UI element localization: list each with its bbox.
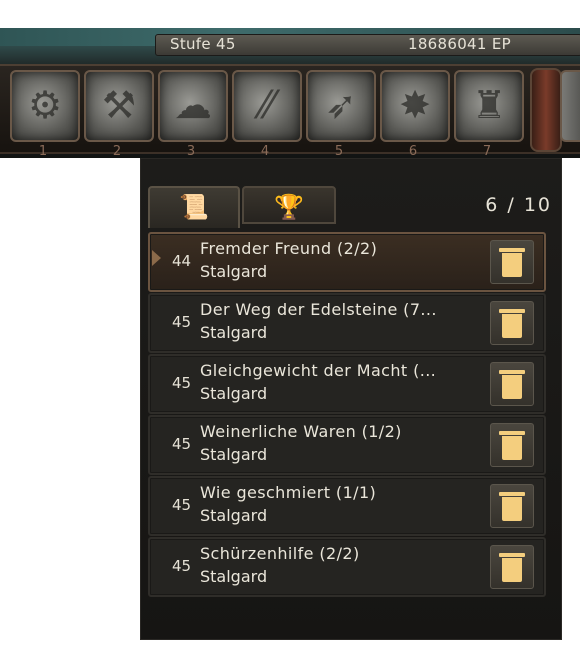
quest-row[interactable]: 45 Gleichgewicht der Macht (... Stalgard — [148, 354, 546, 414]
trash-icon — [499, 492, 525, 496]
quest-level: 45 — [172, 496, 192, 514]
quest-row[interactable]: 45 Der Weg der Edelsteine (7... Stalgard — [148, 293, 546, 353]
quest-title: Fremder Freund (2/2) — [200, 239, 378, 258]
trophy-icon: 🏆 — [274, 193, 304, 221]
skill-slot-3[interactable]: ☁ — [158, 70, 228, 142]
skill-slot-5[interactable]: ➶ — [306, 70, 376, 142]
delete-quest-button[interactable] — [490, 545, 534, 589]
trash-icon-body — [502, 436, 522, 460]
quest-level: 45 — [172, 557, 192, 575]
quest-location: Stalgard — [200, 262, 268, 281]
skill-slot-7[interactable]: ♜ — [454, 70, 524, 142]
skill-slot-6[interactable]: ✸ — [380, 70, 450, 142]
quest-level: 45 — [172, 374, 192, 392]
delete-quest-button[interactable] — [490, 484, 534, 528]
quest-location: Stalgard — [200, 384, 268, 403]
trash-icon-body — [502, 558, 522, 582]
skill-slot-1[interactable]: ⚙ — [10, 70, 80, 142]
trash-icon-body — [502, 253, 522, 277]
quest-title: Wie geschmiert (1/1) — [200, 483, 377, 502]
delete-quest-button[interactable] — [490, 301, 534, 345]
trash-icon — [499, 553, 525, 557]
explosion-icon: ✸ — [399, 83, 431, 127]
skill-number: 2 — [112, 144, 122, 159]
skill-slot-8[interactable] — [560, 70, 580, 142]
delete-quest-button[interactable] — [490, 423, 534, 467]
quest-level: 45 — [172, 313, 192, 331]
action-bar: Stufe 45 18686041 EP ⚙ 1 ⚒ 2 ☁ 3 ⁄⁄ 4 ➶ … — [0, 28, 580, 159]
trash-icon — [499, 309, 525, 313]
skill-slot-4[interactable]: ⁄⁄ — [232, 70, 302, 142]
robot-turret-icon: ⚒ — [101, 83, 137, 127]
smoke-icon: ☁ — [174, 83, 212, 127]
trash-icon-body — [502, 314, 522, 338]
quest-title: Gleichgewicht der Macht (... — [200, 361, 437, 380]
tab-quests[interactable]: 📜 — [148, 186, 240, 228]
quest-level: 44 — [172, 252, 192, 270]
tab-achievements[interactable]: 🏆 — [242, 186, 336, 224]
rain-icon: ⁄⁄ — [260, 83, 274, 127]
trash-icon — [499, 431, 525, 435]
delete-quest-button[interactable] — [490, 240, 534, 284]
skill-number: 3 — [186, 144, 196, 159]
quest-location: Stalgard — [200, 506, 268, 525]
selection-arrow-icon — [152, 250, 161, 266]
quest-title: Schürzenhilfe (2/2) — [200, 544, 360, 563]
skill-number: 4 — [260, 144, 270, 159]
scroll-icon: 📜 — [179, 193, 209, 221]
quest-count: 6 / 10 — [485, 194, 552, 216]
skill-number: 5 — [334, 144, 344, 159]
skill-number: 6 — [408, 144, 418, 159]
skill-slot-2[interactable]: ⚒ — [84, 70, 154, 142]
quest-title: Der Weg der Edelsteine (7... — [200, 300, 437, 319]
quest-row[interactable]: 45 Wie geschmiert (1/1) Stalgard — [148, 476, 546, 536]
quest-title: Weinerliche Waren (1/2) — [200, 422, 402, 441]
skill-number: 7 — [482, 144, 492, 159]
quest-row[interactable]: 45 Weinerliche Waren (1/2) Stalgard — [148, 415, 546, 475]
experience-points-label: 18686041 EP — [408, 35, 511, 53]
trash-icon-body — [502, 375, 522, 399]
level-label: Stufe 45 — [170, 35, 236, 53]
quest-level: 45 — [172, 435, 192, 453]
quest-location: Stalgard — [200, 567, 268, 586]
quest-row[interactable]: 45 Schürzenhilfe (2/2) Stalgard — [148, 537, 546, 597]
action-bar-divider — [530, 68, 562, 152]
quest-log-panel: 📜 🏆 6 / 10 44 Fremder Freund (2/2) Stalg… — [140, 158, 562, 640]
turret-icon: ⚙ — [27, 83, 63, 127]
golem-icon: ♜ — [471, 83, 507, 127]
quest-location: Stalgard — [200, 445, 268, 464]
skill-number: 1 — [38, 144, 48, 159]
trash-icon-body — [502, 497, 522, 521]
missile-icon: ➶ — [325, 83, 357, 127]
trash-icon — [499, 370, 525, 374]
delete-quest-button[interactable] — [490, 362, 534, 406]
quest-row[interactable]: 44 Fremder Freund (2/2) Stalgard — [148, 232, 546, 292]
quest-location: Stalgard — [200, 323, 268, 342]
trash-icon — [499, 248, 525, 252]
